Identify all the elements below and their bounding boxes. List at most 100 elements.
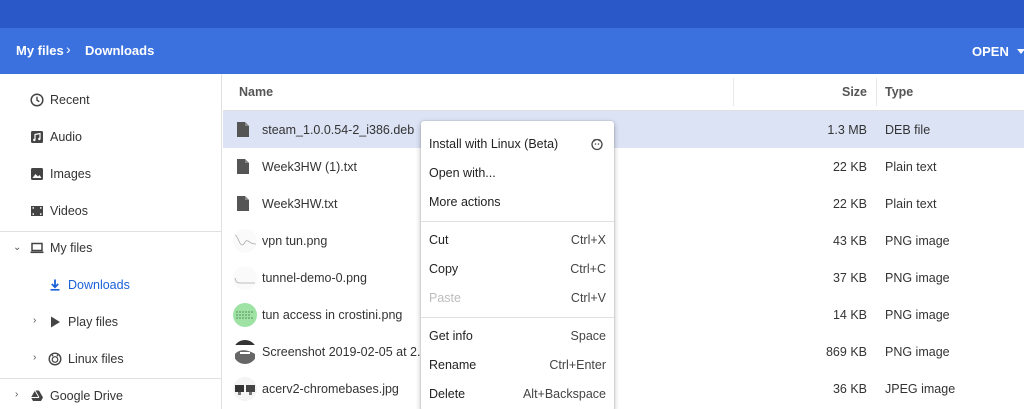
menu-item-shortcut: Ctrl+X <box>570 233 606 247</box>
file-size: 37 KB <box>832 271 867 285</box>
column-header-size[interactable]: Size <box>842 74 867 110</box>
file-type: PNG image <box>885 234 950 248</box>
menu-item-cut[interactable]: Cut Ctrl+X <box>421 225 614 254</box>
sidebar-item-play-files[interactable]: › Play files <box>0 307 222 337</box>
file-type: PNG image <box>885 308 950 322</box>
sidebar-item-videos[interactable]: Videos <box>0 196 222 226</box>
menu-item-copy[interactable]: Copy Ctrl+C <box>421 254 614 283</box>
sidebar-item-label: Recent <box>50 93 90 107</box>
sidebar-item-recent[interactable]: Recent <box>0 85 222 115</box>
menu-item-shortcut: Ctrl+V <box>570 291 606 305</box>
file-icon <box>237 196 249 211</box>
table-row[interactable]: tun access in crostini.png 14 KB PNG ima… <box>223 296 1024 333</box>
menu-item-label: Install with Linux (Beta) <box>429 137 559 151</box>
sidebar-item-images[interactable]: Images <box>0 159 222 189</box>
menu-item-delete[interactable]: Delete Alt+Backspace <box>421 379 614 408</box>
file-size: 36 KB <box>832 382 867 396</box>
file-name: Screenshot 2019-02-05 at 2.23 <box>262 345 435 359</box>
download-icon <box>50 279 60 291</box>
menu-separator <box>421 221 614 222</box>
menu-item-label: Cut <box>429 233 449 247</box>
drive-icon <box>31 390 43 401</box>
menu-item-more-actions[interactable]: More actions <box>421 187 614 216</box>
menu-item-label: Copy <box>429 262 459 276</box>
laptop-icon <box>30 242 44 254</box>
sidebar-item-my-files[interactable]: ⌄ My files <box>0 233 222 263</box>
breadcrumb-my-files[interactable]: My files <box>16 43 64 58</box>
image-thumbnail <box>233 377 257 401</box>
menu-item-get-info[interactable]: Get info Space <box>421 321 614 350</box>
file-type: JPEG image <box>885 382 956 396</box>
audio-icon <box>31 131 43 143</box>
context-menu: Install with Linux (Beta) Open with... M… <box>421 121 614 409</box>
image-icon <box>31 168 43 180</box>
column-divider[interactable] <box>876 78 877 106</box>
files-app: My files › Downloads OPEN Recent Audio I… <box>0 0 1024 409</box>
file-type: PNG image <box>885 271 950 285</box>
sidebar-item-downloads[interactable]: Downloads <box>0 270 222 300</box>
file-name: Week3HW (1).txt <box>262 160 357 174</box>
image-thumbnail <box>233 340 257 364</box>
sidebar-item-linux-files[interactable]: › Linux files <box>0 344 222 374</box>
window-title-strip <box>0 0 1024 28</box>
file-list: Name Size Type steam_1.0.0.54-2_i386.deb… <box>223 74 1024 409</box>
column-header-type[interactable]: Type <box>885 74 913 110</box>
image-thumbnail <box>233 229 257 253</box>
clock-icon <box>30 93 44 107</box>
sidebar-divider <box>0 378 222 379</box>
table-row[interactable]: Week3HW.txt 22 KB Plain text <box>223 185 1024 222</box>
table-row[interactable]: Screenshot 2019-02-05 at 2.23 869 KB PNG… <box>223 333 1024 370</box>
linux-icon <box>48 352 62 366</box>
breadcrumb-downloads[interactable]: Downloads <box>85 43 154 58</box>
sidebar-item-audio[interactable]: Audio <box>0 122 222 152</box>
menu-item-label: Delete <box>429 387 466 401</box>
menu-item-label: More actions <box>429 195 501 209</box>
file-name: steam_1.0.0.54-2_i386.deb <box>262 123 415 137</box>
table-row[interactable]: acerv2-chromebases.jpg 36 KB JPEG image <box>223 370 1024 407</box>
menu-item-label: Get info <box>429 329 473 343</box>
menu-item-rename[interactable]: Rename Ctrl+Enter <box>421 350 614 379</box>
menu-item-shortcut: Ctrl+C <box>570 262 606 276</box>
chevron-right-icon[interactable]: › <box>15 389 18 400</box>
linux-penguin-icon <box>591 138 603 151</box>
table-row[interactable]: steam_1.0.0.54-2_i386.deb 1.3 MB DEB fil… <box>223 111 1024 148</box>
table-row[interactable]: vpn tun.png 43 KB PNG image <box>223 222 1024 259</box>
file-name: acerv2-chromebases.jpg <box>262 382 399 396</box>
file-type: PNG image <box>885 345 950 359</box>
chevron-right-icon[interactable]: › <box>33 352 36 363</box>
sidebar-item-label: Google Drive <box>50 389 123 403</box>
menu-item-shortcut: Space <box>570 329 606 343</box>
table-row[interactable]: tunnel-demo-0.png 37 KB PNG image <box>223 259 1024 296</box>
file-name: Week3HW.txt <box>262 197 338 211</box>
menu-item-shortcut: Ctrl+Enter <box>549 358 606 372</box>
menu-item-label: Rename <box>429 358 477 372</box>
column-header-name[interactable]: Name <box>239 74 273 110</box>
file-name: vpn tun.png <box>262 234 328 248</box>
file-size: 14 KB <box>832 308 867 322</box>
menu-item-open-with[interactable]: Open with... <box>421 158 614 187</box>
menu-item-shortcut: Alt+Backspace <box>522 387 606 401</box>
file-name: tun access in crostini.png <box>262 308 403 322</box>
file-type: Plain text <box>885 197 937 211</box>
file-type: Plain text <box>885 160 937 174</box>
table-row[interactable]: Week3HW (1).txt 22 KB Plain text <box>223 148 1024 185</box>
file-size: 869 KB <box>825 345 867 359</box>
chevron-down-icon[interactable]: ⌄ <box>13 242 21 253</box>
chevron-right-icon[interactable]: › <box>33 315 36 326</box>
sidebar-item-label: Videos <box>50 204 88 218</box>
sidebar-item-label: Linux files <box>68 352 124 366</box>
sidebar-item-label: Images <box>50 167 91 181</box>
sidebar-item-google-drive[interactable]: › Google Drive <box>0 381 222 409</box>
column-divider[interactable] <box>733 78 734 106</box>
file-icon <box>237 159 249 174</box>
open-button[interactable]: OPEN <box>960 38 1024 64</box>
file-size: 43 KB <box>832 234 867 248</box>
breadcrumb-separator: › <box>66 41 71 57</box>
image-thumbnail <box>233 266 257 290</box>
menu-item-install-with-linux[interactable]: Install with Linux (Beta) <box>421 129 614 158</box>
sidebar-item-label: Play files <box>68 315 119 329</box>
sidebar-item-label: Audio <box>50 130 82 144</box>
sidebar-divider <box>0 231 222 232</box>
file-size: 22 KB <box>832 197 867 211</box>
sidebar-item-label: My files <box>50 241 93 255</box>
